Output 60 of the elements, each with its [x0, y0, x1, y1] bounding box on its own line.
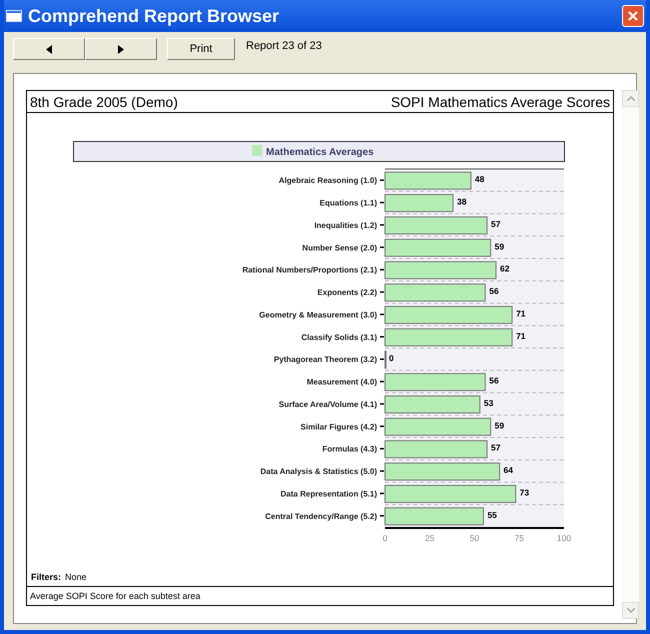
legend-label: Mathematics Averages [266, 147, 374, 158]
category-label: Rational Numbers/Proportions (2.1) [242, 266, 377, 275]
category-label: Similar Figures (4.2) [300, 422, 377, 432]
right-triangle-icon [118, 44, 124, 54]
category-label: Geometry & Measurement (3.0) [259, 310, 377, 320]
next-button[interactable] [85, 38, 157, 60]
value-label: 48 [474, 174, 484, 184]
category-label: Algebraic Reasoning (1.0) [278, 176, 377, 186]
print-button[interactable]: Print [167, 38, 235, 60]
category-label: Measurement (4.0) [306, 378, 377, 387]
axis-tick-label: 100 [556, 533, 572, 543]
axis-tick-label: 50 [470, 533, 480, 543]
chevron-down-icon [626, 608, 634, 613]
category-label: Data Representation (5.1) [280, 489, 377, 498]
category-label: Classify Solids (3.1) [301, 332, 377, 342]
value-label: 56 [489, 376, 499, 386]
axis-tick-label: 25 [425, 533, 434, 543]
category-label: Surface Area/Volume (4.1) [278, 400, 377, 409]
value-label: 57 [491, 218, 500, 229]
value-label: 0 [389, 353, 394, 364]
filters-label: Filters: [31, 572, 62, 582]
previous-button[interactable] [13, 38, 85, 60]
scrollbar[interactable] [622, 90, 639, 619]
category-label: Pythagorean Theorem (3.2) [274, 355, 377, 364]
value-label: 59 [494, 241, 504, 252]
close-icon [627, 10, 639, 22]
category-label: Inequalities (1.2) [314, 220, 377, 230]
value-label: 53 [484, 398, 494, 408]
value-label: 55 [487, 510, 497, 520]
value-label: 38 [457, 196, 466, 207]
legend-swatch [252, 145, 262, 156]
value-label: 62 [500, 264, 510, 274]
value-label: 64 [504, 465, 514, 476]
report-counter: Report 23 of 23 [246, 39, 322, 52]
bar [384, 194, 454, 212]
scroll-down-button[interactable] [622, 602, 639, 619]
category-label: Data Analysis & Statistics (5.0) [260, 467, 377, 476]
category-label: Exponents (2.2) [317, 288, 377, 298]
value-label: 59 [494, 420, 504, 430]
chevron-up-icon [626, 96, 634, 101]
category-label: Equations (1.1) [320, 198, 377, 208]
category-label: Central Tendency/Range (5.2) [265, 512, 377, 521]
filters-value: None [65, 572, 87, 582]
value-label: 57 [491, 442, 500, 453]
window-icon [6, 10, 22, 22]
axis-tick-label: 75 [514, 533, 524, 543]
category-label: Formulas (4.3) [322, 444, 377, 454]
category-label: Number Sense (2.0) [302, 243, 377, 252]
value-label: 71 [516, 330, 526, 341]
report-title: SOPI Mathematics Average Scores [390, 94, 610, 110]
window-title: Comprehend Report Browser [28, 6, 280, 26]
value-label: 56 [489, 286, 499, 296]
report-group-title: 8th Grade 2005 (Demo) [30, 94, 178, 110]
value-label: 73 [520, 487, 530, 498]
close-button[interactable] [622, 5, 644, 27]
scroll-up-button[interactable] [622, 90, 639, 107]
axis-tick-label: 0 [382, 533, 388, 543]
value-label: 71 [516, 308, 526, 318]
left-triangle-icon [46, 44, 52, 54]
report-caption: Average SOPI Score for each subtest area [27, 586, 613, 605]
